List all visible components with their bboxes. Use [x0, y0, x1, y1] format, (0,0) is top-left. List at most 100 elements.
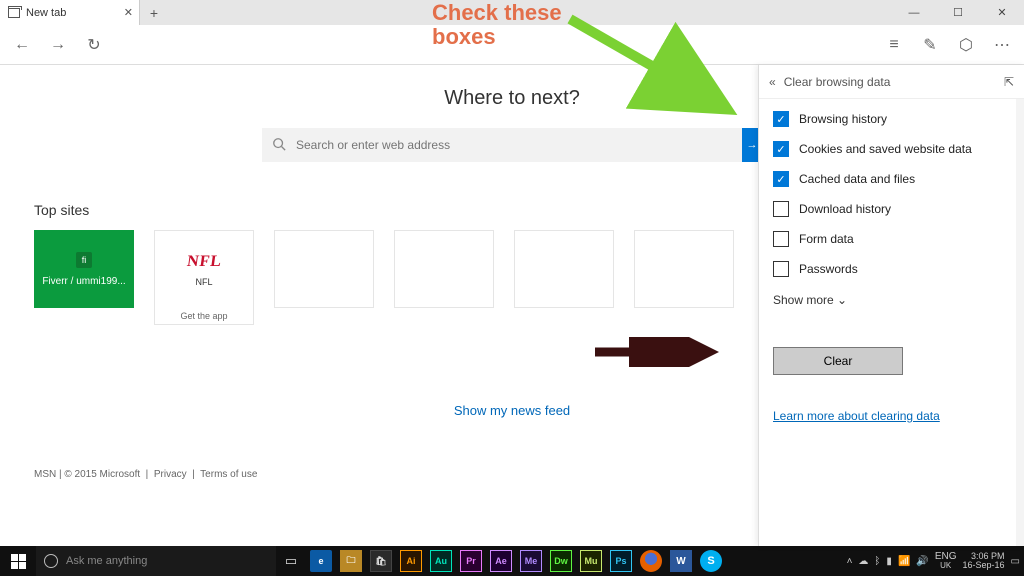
checkbox-label: Form data	[799, 232, 854, 246]
learn-more-link[interactable]: Learn more about clearing data	[773, 409, 1010, 423]
pin-icon[interactable]: ⇱	[1004, 75, 1014, 89]
taskbar-photoshop[interactable]: Ps	[606, 546, 636, 576]
checkbox-icon	[773, 261, 789, 277]
annotation-arrow-dark	[590, 337, 730, 367]
hub-button[interactable]: ≡	[878, 29, 910, 61]
taskbar-firefox[interactable]	[636, 546, 666, 576]
forward-button[interactable]: →	[42, 29, 74, 61]
checkbox-passwords[interactable]: Passwords	[773, 261, 1010, 277]
tray-bluetooth-icon[interactable]: ᛒ	[874, 556, 880, 567]
windows-icon	[11, 554, 26, 569]
search-bar[interactable]: →	[262, 128, 762, 162]
taskbar-dreamweaver[interactable]: Dw	[546, 546, 576, 576]
annotation-arrow-green	[560, 9, 740, 119]
show-more-label: Show more	[773, 293, 834, 307]
tray-clock[interactable]: 3:06 PM 16-Sep-16	[963, 552, 1005, 570]
tray-language[interactable]: ENG UK	[935, 552, 957, 570]
annotation-line: boxes	[432, 24, 496, 49]
checkbox-icon	[773, 231, 789, 247]
system-tray: ˄ ☁ ᛒ ▮ 📶 🔊 ENG UK 3:06 PM 16-Sep-16 ▭	[847, 552, 1024, 570]
checkbox-label: Cookies and saved website data	[799, 142, 972, 156]
get-app-link[interactable]: Get the app	[154, 308, 254, 325]
taskbar: Ask me anything ▭ e 🗀 🛍 Ai Au Pr Ae Me D…	[0, 546, 1024, 576]
cortana-search[interactable]: Ask me anything	[36, 546, 276, 576]
tile-empty[interactable]	[394, 230, 494, 308]
task-icons: ▭ e 🗀 🛍 Ai Au Pr Ae Me Dw Mu Ps W S	[276, 546, 726, 576]
show-more-toggle[interactable]: Show more ⌄	[773, 293, 1010, 307]
tile-empty[interactable]	[634, 230, 734, 308]
checkbox-download-history[interactable]: Download history	[773, 201, 1010, 217]
taskbar-edge[interactable]: e	[306, 546, 336, 576]
tray-chevron-up-icon[interactable]: ˄	[847, 556, 853, 567]
checkbox-icon	[773, 201, 789, 217]
checkbox-browsing-history[interactable]: ✓ Browsing history	[773, 111, 1010, 127]
panel-scrollbar[interactable]	[1016, 99, 1024, 546]
taskbar-audition[interactable]: Au	[426, 546, 456, 576]
tray-volume-icon[interactable]: 🔊	[916, 556, 928, 567]
tray-onedrive-icon[interactable]: ☁	[858, 556, 868, 567]
page-footer: MSN | © 2015 Microsoft | Privacy | Terms…	[34, 469, 257, 480]
checkbox-icon: ✓	[773, 141, 789, 157]
taskbar-mediaencoder[interactable]: Me	[516, 546, 546, 576]
checkbox-label: Passwords	[799, 262, 858, 276]
panel-header: « Clear browsing data ⇱	[759, 65, 1024, 99]
taskbar-store[interactable]: 🛍	[366, 546, 396, 576]
tile-fiverr[interactable]: fi Fiverr / ummi199...	[34, 230, 134, 308]
task-view-button[interactable]: ▭	[276, 546, 306, 576]
show-news-link[interactable]: Show my news feed	[454, 403, 570, 418]
checkbox-cookies[interactable]: ✓ Cookies and saved website data	[773, 141, 1010, 157]
tile-empty[interactable]	[514, 230, 614, 308]
footer-privacy[interactable]: Privacy	[154, 469, 187, 480]
taskbar-explorer[interactable]: 🗀	[336, 546, 366, 576]
cortana-placeholder: Ask me anything	[66, 555, 147, 567]
start-button[interactable]	[0, 554, 36, 569]
annotation-line: Check these	[432, 0, 562, 25]
checkbox-form-data[interactable]: Form data	[773, 231, 1010, 247]
tile-nfl[interactable]: NFL NFL	[154, 230, 254, 308]
minimize-button[interactable]: —	[892, 0, 936, 25]
tray-kb-label: UK	[935, 562, 957, 570]
cortana-icon	[44, 554, 58, 568]
panel-back-icon[interactable]: «	[769, 75, 776, 89]
webnote-button[interactable]: ✎	[914, 29, 946, 61]
taskbar-aftereffects[interactable]: Ae	[486, 546, 516, 576]
tray-notifications-icon[interactable]: ▭	[1011, 556, 1020, 567]
more-button[interactable]: ⋯	[986, 29, 1018, 61]
tray-wifi-icon[interactable]: 📶	[898, 556, 910, 567]
taskbar-skype[interactable]: S	[696, 546, 726, 576]
chevron-down-icon: ⌄	[837, 293, 847, 307]
clear-button[interactable]: Clear	[773, 347, 903, 375]
panel-title: Clear browsing data	[784, 75, 891, 89]
tab-label: New tab	[26, 7, 66, 19]
checkbox-icon: ✓	[773, 111, 789, 127]
footer-msn[interactable]: MSN	[34, 469, 56, 480]
new-tab-button[interactable]: +	[140, 0, 168, 25]
page-icon	[8, 8, 20, 18]
checkbox-label: Browsing history	[799, 112, 887, 126]
clear-data-panel: « Clear browsing data ⇱ ✓ Browsing histo…	[758, 65, 1024, 546]
checkbox-cached[interactable]: ✓ Cached data and files	[773, 171, 1010, 187]
tile-nfl-wrap: NFL NFL Get the app	[154, 230, 254, 325]
taskbar-word[interactable]: W	[666, 546, 696, 576]
tray-battery-icon[interactable]: ▮	[886, 556, 892, 567]
tile-caption: NFL	[195, 277, 212, 287]
checkbox-label: Download history	[799, 202, 891, 216]
footer-terms[interactable]: Terms of use	[200, 469, 257, 480]
tile-empty[interactable]	[274, 230, 374, 308]
nfl-logo: NFL	[185, 253, 223, 271]
close-window-button[interactable]: ✕	[980, 0, 1024, 25]
checkbox-icon: ✓	[773, 171, 789, 187]
tray-date: 16-Sep-16	[963, 561, 1005, 570]
browser-tab[interactable]: New tab ✕	[0, 0, 140, 25]
taskbar-premiere[interactable]: Pr	[456, 546, 486, 576]
maximize-button[interactable]: ☐	[936, 0, 980, 25]
back-button[interactable]: ←	[6, 29, 38, 61]
taskbar-muse[interactable]: Mu	[576, 546, 606, 576]
annotation-text: Check these boxes	[432, 1, 562, 49]
search-input[interactable]	[296, 138, 762, 152]
taskbar-illustrator[interactable]: Ai	[396, 546, 426, 576]
refresh-button[interactable]: ↻	[78, 29, 110, 61]
search-icon	[262, 137, 296, 154]
close-tab-icon[interactable]: ✕	[124, 6, 133, 19]
share-button[interactable]: ⬡	[950, 29, 982, 61]
